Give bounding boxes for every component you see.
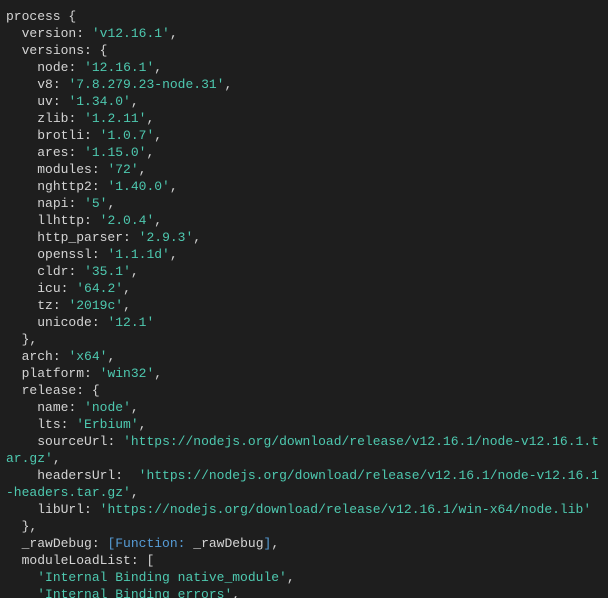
val-brotli: '1.0.7' bbox=[100, 128, 155, 143]
key-headersurl: headersUrl bbox=[37, 468, 115, 483]
key-modules: modules bbox=[37, 162, 92, 177]
val-release-name: 'node' bbox=[84, 400, 131, 415]
val-node: '12.16.1' bbox=[84, 60, 154, 75]
key-lts: lts bbox=[37, 417, 60, 432]
key-arch: arch bbox=[22, 349, 53, 364]
module-item: 'Internal Binding errors' bbox=[37, 587, 232, 598]
key-node: node bbox=[37, 60, 68, 75]
val-uv: '1.34.0' bbox=[68, 94, 130, 109]
val-icu: '64.2' bbox=[76, 281, 123, 296]
key-platform: platform bbox=[22, 366, 84, 381]
key-v8: v8 bbox=[37, 77, 53, 92]
key-name: name bbox=[37, 400, 68, 415]
val-zlib: '1.2.11' bbox=[84, 111, 146, 126]
key-versions: versions bbox=[22, 43, 84, 58]
val-release-lts: 'Erbium' bbox=[76, 417, 138, 432]
val-tz: '2019c' bbox=[68, 298, 123, 313]
val-nghttp2: '1.40.0' bbox=[107, 179, 169, 194]
key-cldr: cldr bbox=[37, 264, 68, 279]
function-label: [Function: bbox=[107, 536, 193, 551]
val-liburl: 'https://nodejs.org/download/release/v12… bbox=[100, 502, 591, 517]
key-http_parser: http_parser bbox=[37, 230, 123, 245]
key-uv: uv bbox=[37, 94, 53, 109]
val-ares: '1.15.0' bbox=[84, 145, 146, 160]
val-v8: '7.8.279.23-node.31' bbox=[68, 77, 224, 92]
val-openssl: '1.1.1d' bbox=[107, 247, 169, 262]
function-name: _rawDebug bbox=[193, 536, 263, 551]
val-version: 'v12.16.1' bbox=[92, 26, 170, 41]
object-name: process bbox=[6, 9, 61, 24]
key-ares: ares bbox=[37, 145, 68, 160]
key-moduleloadlist: moduleLoadList bbox=[22, 553, 131, 568]
key-release: release bbox=[22, 383, 77, 398]
key-sourceurl: sourceUrl bbox=[37, 434, 107, 449]
key-tz: tz bbox=[37, 298, 53, 313]
val-modules: '72' bbox=[107, 162, 138, 177]
val-napi: '5' bbox=[84, 196, 107, 211]
key-rawdebug: _rawDebug bbox=[22, 536, 92, 551]
key-napi: napi bbox=[37, 196, 68, 211]
val-llhttp: '2.0.4' bbox=[100, 213, 155, 228]
key-brotli: brotli bbox=[37, 128, 84, 143]
key-liburl: libUrl bbox=[37, 502, 84, 517]
key-llhttp: llhttp bbox=[37, 213, 84, 228]
val-unicode: '12.1' bbox=[107, 315, 154, 330]
key-openssl: openssl bbox=[37, 247, 92, 262]
key-icu: icu bbox=[37, 281, 60, 296]
key-zlib: zlib bbox=[37, 111, 68, 126]
val-cldr: '35.1' bbox=[84, 264, 131, 279]
module-item: 'Internal Binding native_module' bbox=[37, 570, 287, 585]
key-unicode: unicode bbox=[37, 315, 92, 330]
code-output: process { version: 'v12.16.1', versions:… bbox=[0, 0, 608, 598]
val-arch: 'x64' bbox=[68, 349, 107, 364]
key-nghttp2: nghttp2 bbox=[37, 179, 92, 194]
val-http_parser: '2.9.3' bbox=[139, 230, 194, 245]
key-version: version bbox=[22, 26, 77, 41]
val-platform: 'win32' bbox=[100, 366, 155, 381]
